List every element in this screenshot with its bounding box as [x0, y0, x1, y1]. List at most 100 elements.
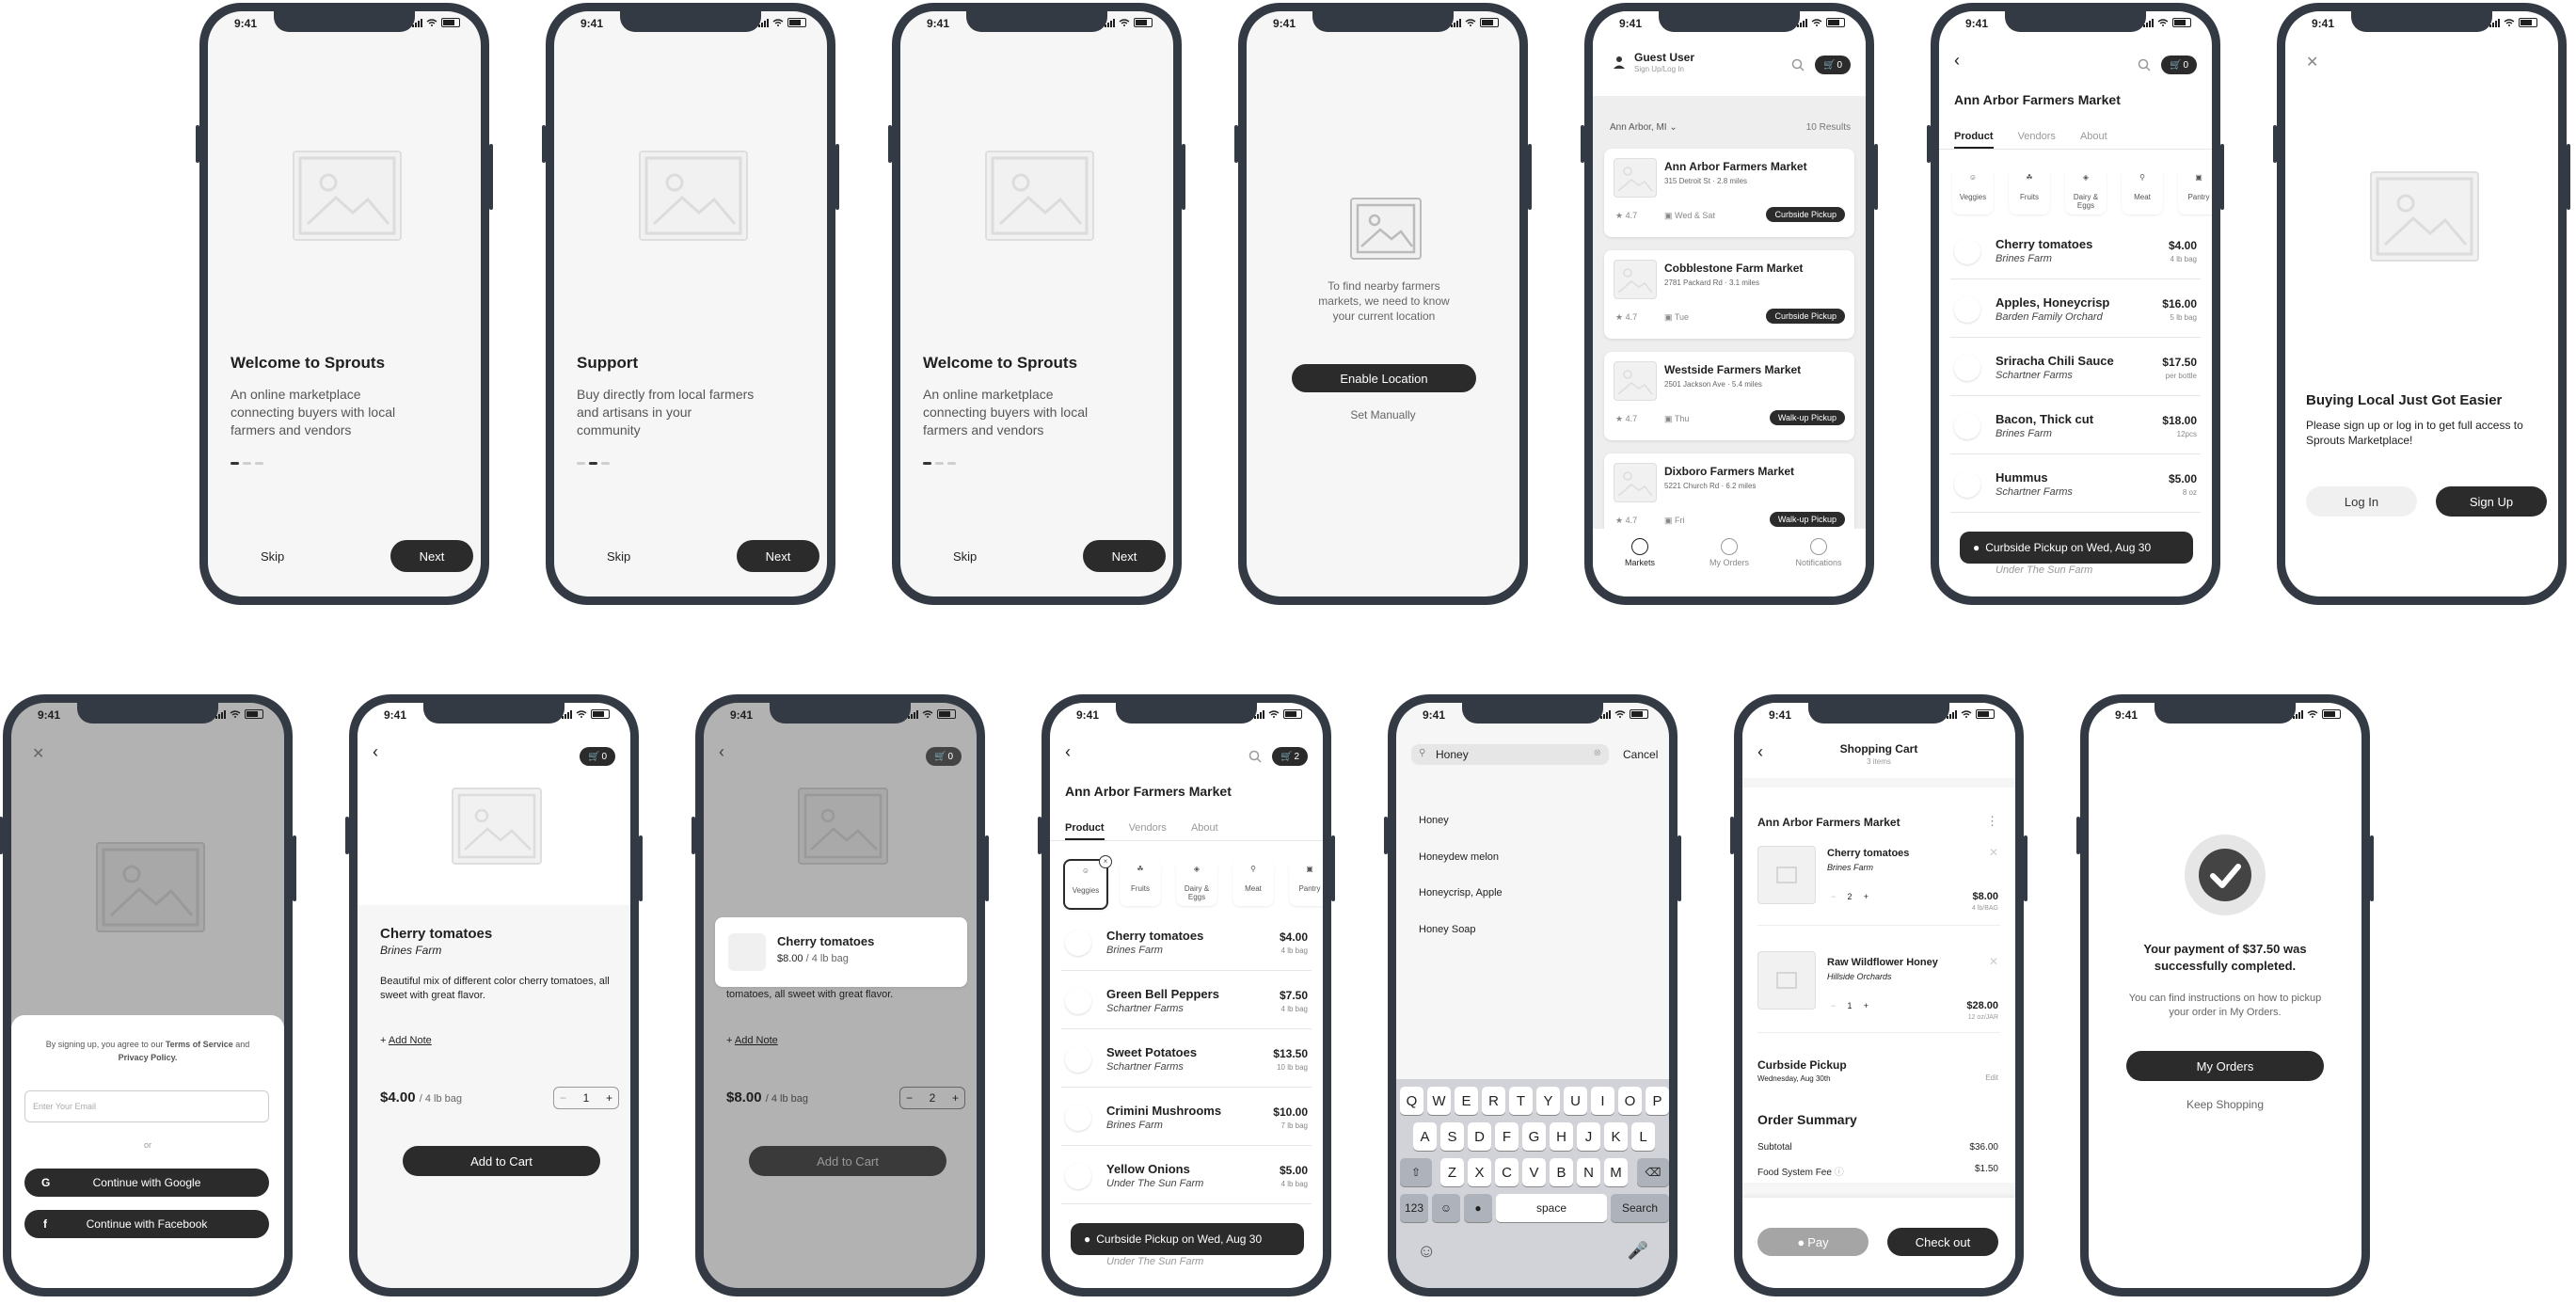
market-card[interactable]: Ann Arbor Farmers Market 315 Detroit St …	[1604, 149, 1854, 237]
pickup-banner[interactable]: ● Curbside Pickup on Wed, Aug 30	[1960, 532, 2193, 564]
cancel-button[interactable]: Cancel	[1623, 748, 1658, 761]
remove-item-icon[interactable]: ✕	[1989, 955, 1998, 968]
terms-link[interactable]: Terms of Service	[166, 1040, 233, 1049]
enable-location-button[interactable]: Enable Location	[1292, 364, 1476, 392]
login-button[interactable]: Log In	[2306, 486, 2417, 517]
search-icon[interactable]	[1791, 58, 1805, 72]
key-s[interactable]: S	[1440, 1122, 1464, 1151]
apple-pay-button[interactable]: ● Pay	[1757, 1228, 1868, 1256]
key-o[interactable]: O	[1618, 1087, 1642, 1115]
back-chevron-icon[interactable]: ‹	[719, 742, 724, 762]
key-c[interactable]: C	[1495, 1158, 1519, 1186]
category-meat[interactable]: ⚲ Meat	[2122, 167, 2163, 215]
back-chevron-icon[interactable]: ‹	[1954, 51, 1960, 71]
key-p[interactable]: P	[1646, 1087, 1669, 1115]
key-k[interactable]: K	[1604, 1122, 1628, 1151]
category-fruits[interactable]: ☘ Fruits	[2009, 167, 2050, 215]
key-d[interactable]: D	[1468, 1122, 1491, 1151]
space-key[interactable]: space	[1496, 1194, 1607, 1222]
pickup-banner[interactable]: ● Curbside Pickup on Wed, Aug 30	[1071, 1223, 1304, 1255]
tab-vendors[interactable]: Vendors	[2018, 131, 2056, 149]
my-orders-button[interactable]: My Orders	[2126, 1051, 2324, 1081]
login-link[interactable]: Sign Up/Log In	[1634, 65, 1684, 73]
mic-key-icon[interactable]: ●	[1464, 1194, 1492, 1222]
key-j[interactable]: J	[1577, 1122, 1600, 1151]
cart-button[interactable]: 🛒 0	[580, 747, 615, 766]
key-m[interactable]: M	[1604, 1158, 1628, 1186]
next-button[interactable]: Next	[737, 540, 819, 572]
key-l[interactable]: L	[1631, 1122, 1655, 1151]
close-icon[interactable]: ✕	[2306, 53, 2318, 72]
key-g[interactable]: G	[1522, 1122, 1546, 1151]
location-selector[interactable]: Ann Arbor, MI ⌄	[1610, 122, 1678, 133]
search-icon[interactable]	[1248, 750, 1262, 763]
key-y[interactable]: Y	[1536, 1087, 1560, 1115]
key-h[interactable]: H	[1550, 1122, 1573, 1151]
key-b[interactable]: B	[1550, 1158, 1573, 1186]
tab-about[interactable]: About	[1191, 822, 1218, 840]
cart-button[interactable]: 🛒 2	[1272, 747, 1308, 766]
shift-key-icon[interactable]: ⇧	[1400, 1158, 1432, 1186]
skip-button[interactable]: Skip	[953, 549, 977, 564]
email-input[interactable]: Enter Your Email	[24, 1090, 269, 1122]
key-t[interactable]: T	[1509, 1087, 1533, 1115]
market-card[interactable]: Westside Farmers Market 2501 Jackson Ave…	[1604, 352, 1854, 440]
key-f[interactable]: F	[1495, 1122, 1519, 1151]
product-row[interactable]: Sriracha Chili Sauce Schartner Farms $17.5…	[1950, 342, 2201, 396]
key-z[interactable]: Z	[1440, 1158, 1464, 1186]
category-meat[interactable]: ⚲ Meat	[1232, 859, 1274, 906]
product-row[interactable]: Green Bell Peppers Schartner Farms $7.50 4 …	[1061, 976, 1312, 1029]
tab-about[interactable]: About	[2080, 131, 2107, 149]
key-i[interactable]: I	[1591, 1087, 1614, 1115]
privacy-link[interactable]: Privacy Policy.	[119, 1053, 178, 1062]
add-to-cart-button[interactable]: Add to Cart	[403, 1146, 600, 1176]
search-input[interactable]: ⚲ Honey ⊗	[1411, 744, 1609, 765]
quantity-stepper[interactable]: −1 +	[1825, 998, 1874, 1013]
add-note-link[interactable]: + Add Note	[380, 1035, 432, 1046]
cart-button[interactable]: 🛒 0	[2161, 56, 2197, 74]
search-key[interactable]: Search	[1611, 1194, 1669, 1222]
category-veggies[interactable]: ☺ Veggies	[1952, 167, 1994, 215]
tab-product[interactable]: Product	[1954, 131, 1994, 149]
add-note-link[interactable]: + Add Note	[726, 1035, 778, 1046]
tab-notifications[interactable]: Notifications	[1781, 538, 1856, 567]
skip-button[interactable]: Skip	[261, 549, 284, 564]
key-v[interactable]: V	[1522, 1158, 1546, 1186]
next-button[interactable]: Next	[1083, 540, 1166, 572]
category-dairy-eggs[interactable]: ◈ Dairy & Eggs	[2065, 167, 2107, 215]
backspace-key-icon[interactable]: ⌫	[1637, 1158, 1669, 1186]
keep-shopping-link[interactable]: Keep Shopping	[2089, 1098, 2361, 1111]
key-123[interactable]: 123	[1400, 1194, 1428, 1222]
microphone-icon[interactable]: 🎤	[1628, 1241, 1648, 1261]
category-pantry[interactable]: ▣ Pantry	[1289, 859, 1323, 906]
cart-button[interactable]: 🛒 0	[926, 747, 962, 766]
user-icon[interactable]	[1612, 55, 1627, 70]
product-row[interactable]: Bacon, Thick cut Brines Farm $18.00 12pcs	[1950, 401, 2201, 454]
back-chevron-icon[interactable]: ‹	[1065, 742, 1071, 762]
set-manually-link[interactable]: Set Manually	[1247, 408, 1519, 421]
search-result[interactable]: Honey Soap	[1419, 924, 1476, 935]
quantity-stepper[interactable]: −1 +	[553, 1087, 619, 1109]
key-e[interactable]: E	[1455, 1087, 1478, 1115]
product-row[interactable]: Apples, Honeycrisp Barden Family Orchard $…	[1950, 284, 2201, 338]
product-row[interactable]: Cherry tomatoes Brines Farm $4.00 4 lb bag	[1061, 917, 1312, 971]
product-row[interactable]: Yellow Onions Under The Sun Farm $5.00 4 lb…	[1061, 1151, 1312, 1204]
key-n[interactable]: N	[1577, 1158, 1600, 1186]
checkout-button[interactable]: Check out	[1887, 1228, 1998, 1256]
product-row[interactable]: Sweet Potatoes Schartner Farms $13.50 10 lb…	[1061, 1034, 1312, 1088]
skip-button[interactable]: Skip	[607, 549, 630, 564]
emoji-icon[interactable]: ☺	[1417, 1241, 1436, 1263]
category-pantry[interactable]: ▣ Pantry	[2178, 167, 2212, 215]
next-button[interactable]: Next	[390, 540, 473, 572]
key-a[interactable]: A	[1413, 1122, 1437, 1151]
tab-my-orders[interactable]: My Orders	[1692, 538, 1767, 567]
facebook-button[interactable]: f Continue with Facebook	[24, 1210, 269, 1238]
edit-pickup-link[interactable]: Edit	[1985, 1073, 1998, 1082]
close-icon[interactable]: ✕	[32, 744, 44, 763]
key-r[interactable]: R	[1482, 1087, 1505, 1115]
search-result[interactable]: Honey	[1419, 815, 1449, 826]
product-row[interactable]: Crimini Mushrooms Brines Farm $10.00 7 lb b…	[1061, 1092, 1312, 1146]
search-result[interactable]: Honeycrisp, Apple	[1419, 887, 1503, 898]
quantity-stepper[interactable]: −2 +	[899, 1087, 965, 1109]
more-options-icon[interactable]: ⋮	[1986, 814, 1998, 829]
